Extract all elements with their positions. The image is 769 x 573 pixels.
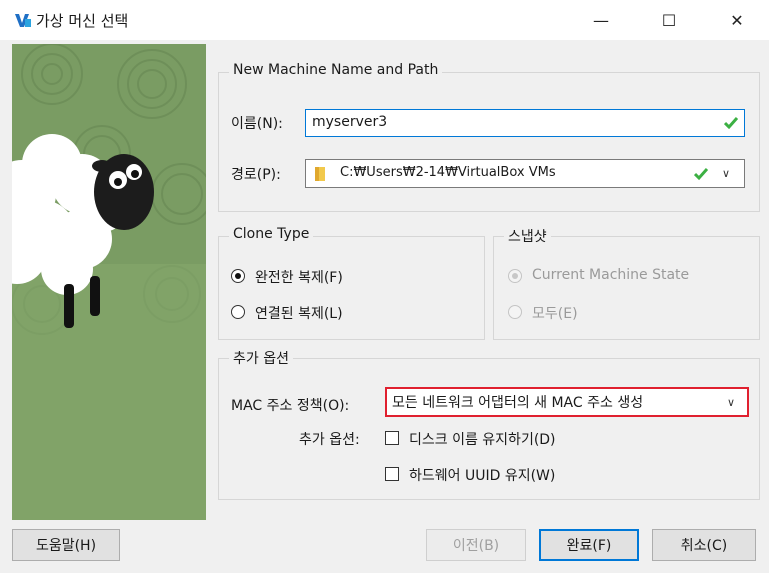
- wizard-sheep-illustration: [12, 44, 206, 520]
- back-button[interactable]: 이전(B): [426, 529, 526, 561]
- valid-check-icon: [694, 168, 708, 181]
- virtualbox-logo-icon: [15, 14, 31, 27]
- current-state-radio[interactable]: [508, 269, 522, 283]
- path-combo[interactable]: C:₩Users₩2-14₩VirtualBox VMs ∨: [305, 159, 745, 188]
- name-label: 이름(N):: [231, 116, 283, 132]
- chevron-down-icon[interactable]: ∨: [722, 167, 730, 180]
- keep-uuid-checkbox[interactable]: [385, 467, 399, 481]
- all-snapshots-label[interactable]: 모두(E): [532, 303, 578, 323]
- folder-icon: [315, 167, 325, 181]
- keep-uuid-label[interactable]: 하드웨어 UUID 유지(W): [409, 465, 555, 485]
- mac-policy-value: 모든 네트워크 어댑터의 새 MAC 주소 생성: [392, 395, 644, 411]
- close-button[interactable]: ✕: [714, 0, 760, 40]
- mac-policy-label: MAC 주소 정책(O):: [231, 398, 350, 414]
- chevron-down-icon[interactable]: ∨: [727, 396, 735, 409]
- clone-type-group: Clone Type 완전한 복제(F) 연결된 복제(L): [218, 226, 485, 340]
- finish-button[interactable]: 완료(F): [539, 529, 639, 561]
- valid-check-icon: [724, 117, 738, 130]
- name-input[interactable]: myserver3: [305, 109, 745, 137]
- all-snapshots-radio[interactable]: [508, 305, 522, 319]
- path-label: 경로(P):: [231, 167, 281, 183]
- snapshot-group: 스냅샷 Current Machine State 모두(E): [493, 226, 760, 340]
- maximize-button[interactable]: ☐: [646, 0, 692, 40]
- options-label: 추가 옵션:: [299, 432, 360, 448]
- current-state-label[interactable]: Current Machine State: [532, 267, 689, 283]
- name-path-legend: New Machine Name and Path: [229, 62, 443, 78]
- sheep-illustration-icon: [12, 44, 206, 520]
- window-title: 가상 머신 선택: [36, 12, 129, 30]
- name-input-value: myserver3: [312, 114, 388, 130]
- keep-disk-names-label[interactable]: 디스크 이름 유지하기(D): [409, 429, 556, 449]
- minimize-button[interactable]: —: [578, 0, 624, 40]
- additional-options-group: 추가 옵션 MAC 주소 정책(O): 모든 네트워크 어댑터의 새 MAC 주…: [218, 348, 760, 500]
- cancel-button[interactable]: 취소(C): [652, 529, 756, 561]
- title-bar: 가상 머신 선택 — ☐ ✕: [0, 0, 769, 40]
- snapshot-legend: 스냅샷: [504, 226, 551, 246]
- clone-type-legend: Clone Type: [229, 226, 314, 242]
- mac-policy-combo[interactable]: 모든 네트워크 어댑터의 새 MAC 주소 생성 ∨: [385, 387, 749, 417]
- path-value: C:₩Users₩2-14₩VirtualBox VMs: [340, 165, 556, 180]
- additional-options-legend: 추가 옵션: [229, 348, 293, 368]
- full-clone-radio[interactable]: [231, 269, 245, 283]
- linked-clone-radio[interactable]: [231, 305, 245, 319]
- linked-clone-label[interactable]: 연결된 복제(L): [255, 303, 343, 323]
- name-path-group: New Machine Name and Path 이름(N): myserve…: [218, 62, 760, 212]
- keep-disk-names-checkbox[interactable]: [385, 431, 399, 445]
- full-clone-label[interactable]: 완전한 복제(F): [255, 267, 343, 287]
- help-button[interactable]: 도움말(H): [12, 529, 120, 561]
